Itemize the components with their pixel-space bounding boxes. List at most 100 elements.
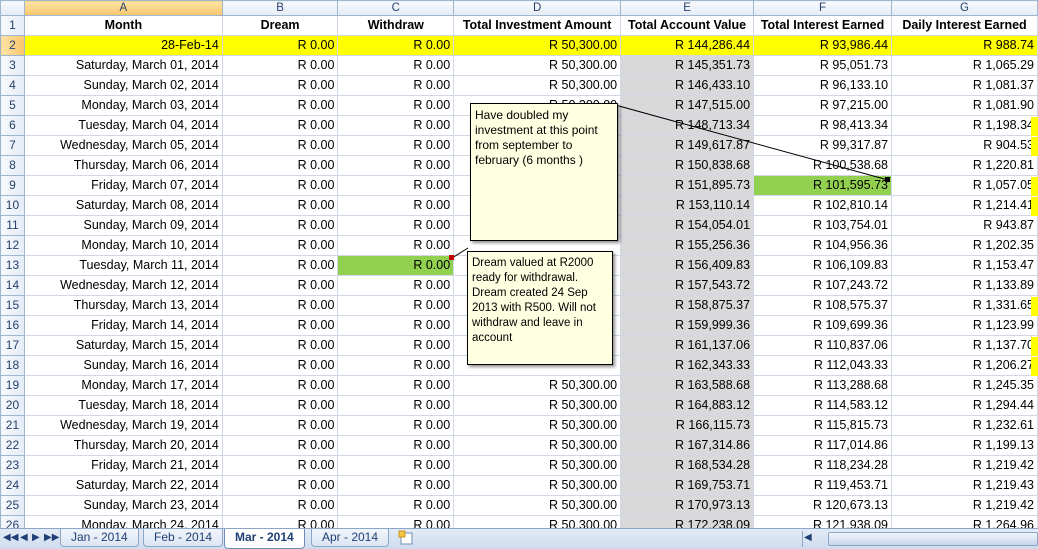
scroll-splitter-icon[interactable]: ◀ [804, 532, 812, 546]
row-header[interactable]: 11 [0, 215, 25, 236]
cell-withdraw[interactable]: R 0.00 [337, 215, 455, 236]
cell-total-interest-earned[interactable]: R 117,014.86 [753, 435, 893, 456]
last-sheet-icon[interactable]: ▶▶ [44, 532, 59, 543]
cell-total-account-value[interactable]: R 144,286.44 [620, 35, 755, 56]
cell-dream[interactable]: R 0.00 [221, 395, 339, 416]
sheet-tab-apr-2014[interactable]: Apr - 2014 [311, 529, 390, 547]
row-header[interactable]: 10 [0, 195, 25, 216]
cell-total-interest-earned[interactable]: R 120,673.13 [753, 495, 893, 516]
cell-total-account-value[interactable]: R 147,515.00 [620, 95, 755, 116]
row-header[interactable]: 3 [0, 55, 25, 76]
cell-total-account-value[interactable]: R 145,351.73 [620, 55, 755, 76]
row-header[interactable]: 23 [0, 455, 25, 476]
cell-dream[interactable]: R 0.00 [221, 135, 339, 156]
cell-total-interest-earned[interactable]: R 96,133.10 [753, 75, 893, 96]
cell-dream[interactable]: R 0.00 [221, 235, 339, 256]
cell-total-investment[interactable]: R 50,300.00 [453, 55, 622, 76]
cell-total-interest-earned[interactable]: R 107,243.72 [753, 275, 893, 296]
cell-dream[interactable]: R 0.00 [221, 455, 339, 476]
comment-doubled[interactable]: Have doubled my investment at this point… [470, 103, 618, 241]
row-header[interactable]: 4 [0, 75, 25, 96]
column-header-d[interactable]: D [453, 0, 622, 16]
cell-daily-interest-earned[interactable]: R 1,219.43 [891, 475, 1038, 496]
cell-total-account-value[interactable]: R 172,238.09 [620, 515, 755, 528]
cell-month[interactable]: 28-Feb-14 [23, 35, 223, 56]
header-daily-interest-earned[interactable]: Daily Interest Earned [891, 15, 1038, 36]
comment-dream[interactable]: Dream valued at R2000 ready for withdraw… [467, 251, 613, 365]
spreadsheet-grid[interactable]: A B C D E F G 1 Month Dream Withdraw Tot… [0, 0, 1038, 528]
cell-month[interactable]: Sunday, March 02, 2014 [23, 75, 223, 96]
cell-daily-interest-earned[interactable]: R 1,199.13 [891, 435, 1038, 456]
cell-total-investment[interactable]: R 50,300.00 [453, 375, 622, 396]
cell-dream[interactable]: R 0.00 [221, 375, 339, 396]
cell-month[interactable]: Friday, March 14, 2014 [23, 315, 223, 336]
cell-withdraw[interactable]: R 0.00 [337, 95, 455, 116]
previous-sheet-icon[interactable]: ◀ [20, 532, 28, 543]
cell-dream[interactable]: R 0.00 [221, 95, 339, 116]
cell-total-investment[interactable]: R 50,300.00 [453, 455, 622, 476]
cell-total-account-value[interactable]: R 150,838.68 [620, 155, 755, 176]
header-total-account-value[interactable]: Total Account Value [620, 15, 755, 36]
cell-withdraw[interactable]: R 0.00 [337, 115, 455, 136]
cell-daily-interest-earned[interactable]: R 1,220.81 [891, 155, 1038, 176]
cell-total-account-value[interactable]: R 168,534.28 [620, 455, 755, 476]
row-header[interactable]: 8 [0, 155, 25, 176]
cell-total-investment[interactable]: R 50,300.00 [453, 515, 622, 528]
cell-total-account-value[interactable]: R 167,314.86 [620, 435, 755, 456]
cell-total-account-value[interactable]: R 155,256.36 [620, 235, 755, 256]
cell-daily-interest-earned[interactable]: R 1,123.99 [891, 315, 1038, 336]
cell-withdraw[interactable]: R 0.00 [337, 515, 455, 528]
cell-total-interest-earned[interactable]: R 118,234.28 [753, 455, 893, 476]
column-header-f[interactable]: F [753, 0, 893, 16]
row-header[interactable]: 19 [0, 375, 25, 396]
cell-total-interest-earned[interactable]: R 103,754.01 [753, 215, 893, 236]
next-sheet-icon[interactable]: ▶ [32, 532, 40, 543]
cell-daily-interest-earned[interactable]: R 1,214.41 [891, 195, 1038, 216]
cell-dream[interactable]: R 0.00 [221, 335, 339, 356]
row-header[interactable]: 13 [0, 255, 25, 276]
cell-total-account-value[interactable]: R 148,713.34 [620, 115, 755, 136]
cell-dream[interactable]: R 0.00 [221, 155, 339, 176]
cell-total-investment[interactable]: R 50,300.00 [453, 415, 622, 436]
header-month[interactable]: Month [23, 15, 223, 36]
cell-daily-interest-earned[interactable]: R 1,331.65 [891, 295, 1038, 316]
cell-total-interest-earned[interactable]: R 100,538.68 [753, 155, 893, 176]
cell-month[interactable]: Wednesday, March 19, 2014 [23, 415, 223, 436]
cell-total-interest-earned[interactable]: R 97,215.00 [753, 95, 893, 116]
cell-total-account-value[interactable]: R 166,115.73 [620, 415, 755, 436]
cell-withdraw[interactable]: R 0.00 [337, 335, 455, 356]
column-header-a[interactable]: A [23, 0, 223, 16]
cell-month[interactable]: Thursday, March 13, 2014 [23, 295, 223, 316]
row-header[interactable]: 26 [0, 515, 25, 528]
row-header[interactable]: 21 [0, 415, 25, 436]
cell-total-account-value[interactable]: R 162,343.33 [620, 355, 755, 376]
cell-total-account-value[interactable]: R 154,054.01 [620, 215, 755, 236]
column-header-b[interactable]: B [221, 0, 339, 16]
cell-total-interest-earned[interactable]: R 106,109.83 [753, 255, 893, 276]
cell-total-interest-earned[interactable]: R 108,575.37 [753, 295, 893, 316]
cell-daily-interest-earned[interactable]: R 1,206.27 [891, 355, 1038, 376]
cell-total-interest-earned[interactable]: R 119,453.71 [753, 475, 893, 496]
cell-month[interactable]: Friday, March 21, 2014 [23, 455, 223, 476]
sheet-tab-feb-2014[interactable]: Feb - 2014 [143, 529, 224, 547]
cell-total-interest-earned[interactable]: R 101,595.73 [753, 175, 893, 196]
cell-daily-interest-earned[interactable]: R 1,133.89 [891, 275, 1038, 296]
cell-total-interest-earned[interactable]: R 104,956.36 [753, 235, 893, 256]
cell-withdraw[interactable]: R 0.00 [337, 475, 455, 496]
cell-total-account-value[interactable]: R 151,895.73 [620, 175, 755, 196]
cell-daily-interest-earned[interactable]: R 904.53 [891, 135, 1038, 156]
cell-dream[interactable]: R 0.00 [221, 475, 339, 496]
row-header[interactable]: 25 [0, 495, 25, 516]
row-header[interactable]: 6 [0, 115, 25, 136]
cell-month[interactable]: Thursday, March 20, 2014 [23, 435, 223, 456]
cell-total-investment[interactable]: R 50,300.00 [453, 435, 622, 456]
cell-month[interactable]: Sunday, March 23, 2014 [23, 495, 223, 516]
cell-total-investment[interactable]: R 50,300.00 [453, 35, 622, 56]
cell-dream[interactable]: R 0.00 [221, 435, 339, 456]
row-header[interactable]: 14 [0, 275, 25, 296]
cell-total-investment[interactable]: R 50,300.00 [453, 475, 622, 496]
cell-month[interactable]: Wednesday, March 05, 2014 [23, 135, 223, 156]
cell-dream[interactable]: R 0.00 [221, 315, 339, 336]
row-header[interactable]: 1 [0, 15, 25, 36]
cell-total-interest-earned[interactable]: R 102,810.14 [753, 195, 893, 216]
